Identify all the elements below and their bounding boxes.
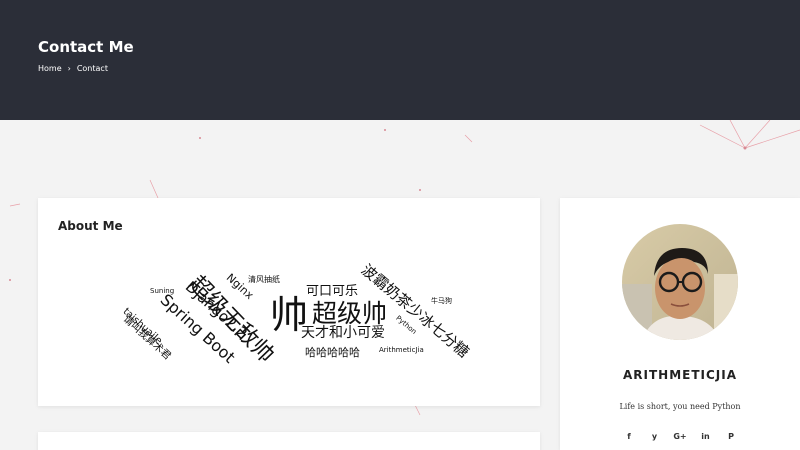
breadcrumb-current: Contact (76, 64, 108, 73)
breadcrumb: Home › Contact (38, 64, 108, 73)
word-cloud-word: 请叫我算术君 (120, 313, 173, 363)
page-header: Contact Me Home › Contact (0, 0, 800, 120)
google-plus-icon[interactable]: G+ (673, 432, 687, 441)
facebook-icon[interactable]: f (622, 432, 636, 441)
about-me-card: About Me 帅 超级帅 超级无敌帅 Spring Boot Django2… (38, 198, 540, 406)
breadcrumb-home-link[interactable]: Home (38, 64, 62, 73)
profile-motto: Life is short, you need Python (619, 402, 741, 411)
word-cloud-word: 可口可乐 (306, 284, 359, 299)
profile-name: ARITHMETICJIA (622, 368, 738, 382)
word-cloud: 帅 超级帅 超级无敌帅 Spring Boot Django2.2 Nginx … (38, 198, 540, 406)
word-cloud-word: ArithmeticJia (379, 346, 424, 354)
linkedin-icon[interactable]: in (699, 432, 713, 441)
social-links: f y G+ in P (622, 432, 738, 441)
word-cloud-word: Suning (150, 287, 175, 295)
word-cloud-word: 天才和小可爱 (301, 325, 385, 341)
word-cloud-word: 牛马狗 (431, 297, 452, 305)
profile-card: ARITHMETICJIA Life is short, you need Py… (560, 198, 800, 450)
profile-avatar (622, 224, 738, 340)
pinterest-icon[interactable]: P (724, 432, 738, 441)
word-cloud-word: 清风抽纸 (248, 275, 280, 284)
page-title: Contact Me (38, 38, 134, 56)
breadcrumb-separator: › (67, 64, 71, 73)
word-cloud-word: 哈哈哈哈哈 (305, 346, 360, 359)
twitter-icon[interactable]: y (648, 432, 662, 441)
content-card (38, 432, 540, 450)
